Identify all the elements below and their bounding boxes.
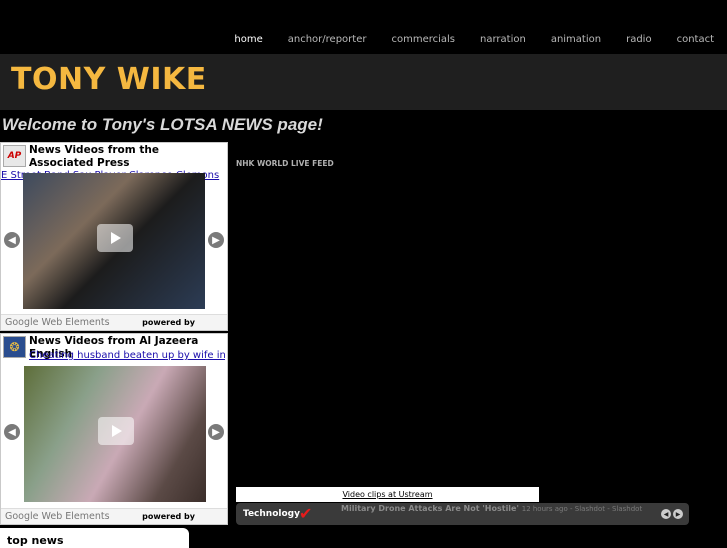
next-arrow-icon[interactable]: ▶ — [208, 232, 224, 248]
aj-video-thumbnail[interactable] — [24, 366, 206, 502]
ap-news-widget: AP News Videos from the Associated Press… — [0, 142, 228, 331]
powered-by-label: powered by — [142, 318, 195, 327]
aj-video-link[interactable]: Cheating husband beaten up by wife in — [29, 350, 225, 361]
prev-arrow-icon[interactable]: ◀ — [4, 424, 20, 440]
ap-widget-title: News Videos from the Associated Press — [29, 144, 159, 169]
widget-footer: Google Web Elements powered by — [1, 314, 227, 330]
top-bar: home anchor/reporter commercials narrati… — [0, 0, 727, 54]
powered-by-label: powered by — [142, 512, 195, 521]
play-icon[interactable] — [97, 224, 133, 252]
nav-home[interactable]: home — [234, 34, 262, 45]
ap-video-thumbnail[interactable] — [23, 173, 205, 309]
nhk-feed-label: NHK WORLD LIVE FEED — [236, 159, 334, 168]
top-news-title: top news — [7, 534, 64, 547]
welcome-heading: Welcome to Tony's LOTSA NEWS page! — [2, 115, 323, 134]
ticker-headline[interactable]: Military Drone Attacks Are Not 'Hostile'… — [341, 504, 642, 513]
ticker-headline-text[interactable]: Military Drone Attacks Are Not 'Hostile' — [341, 504, 519, 513]
widget-footer: Google Web Elements powered by — [1, 508, 227, 524]
ticker-prev-icon[interactable]: ◀ — [661, 509, 671, 519]
ustream-bar: Video clips at Ustream — [236, 487, 539, 502]
google-web-elements-logo[interactable]: Google Web Elements — [5, 511, 110, 522]
nav-animation[interactable]: animation — [551, 34, 601, 45]
next-arrow-icon[interactable]: ▶ — [208, 424, 224, 440]
ticker-category: Technology — [243, 509, 300, 519]
top-news-box: top news — [0, 528, 189, 548]
nav-commercials[interactable]: commercials — [391, 34, 455, 45]
ticker-source-icon: ✔ — [299, 504, 313, 523]
main-nav: home anchor/reporter commercials narrati… — [209, 34, 714, 45]
nav-narration[interactable]: narration — [480, 34, 526, 45]
ap-logo-icon: AP — [3, 145, 26, 167]
aljazeera-news-widget: ❂ News Videos from Al Jazeera English Ch… — [0, 333, 228, 525]
play-icon[interactable] — [98, 417, 134, 445]
nhk-live-player[interactable] — [236, 172, 690, 487]
site-title[interactable]: TONY WIKE — [11, 62, 207, 97]
ticker-next-icon[interactable]: ▶ — [673, 509, 683, 519]
nav-anchor-reporter[interactable]: anchor/reporter — [288, 34, 367, 45]
ustream-link[interactable]: Video clips at Ustream — [342, 490, 432, 499]
ticker-meta: 12 hours ago - Slashdot - Slashdot — [521, 505, 643, 513]
prev-arrow-icon[interactable]: ◀ — [4, 232, 20, 248]
nav-contact[interactable]: contact — [677, 34, 714, 45]
google-web-elements-logo[interactable]: Google Web Elements — [5, 317, 110, 328]
nav-radio[interactable]: radio — [626, 34, 651, 45]
news-ticker: Technology ✔ Military Drone Attacks Are … — [236, 503, 689, 525]
aljazeera-logo-icon: ❂ — [3, 336, 26, 358]
